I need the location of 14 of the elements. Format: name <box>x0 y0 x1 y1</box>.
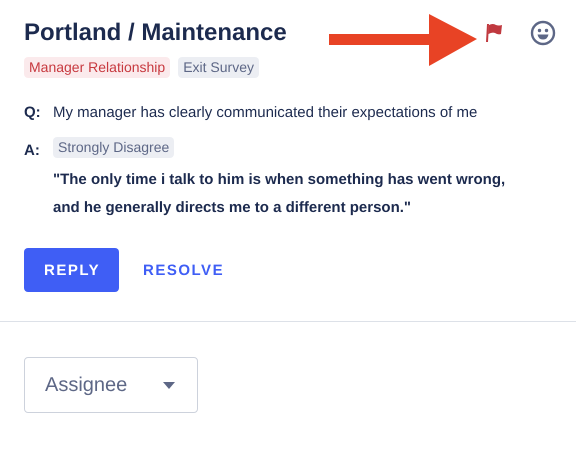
answer-comment: "The only time i talk to him is when something has went wrong, and he generally directs me to a different person." <box>53 170 506 218</box>
caret-icon <box>163 382 175 388</box>
smiley-icon[interactable] <box>530 20 556 46</box>
question-label: Q: <box>24 104 42 121</box>
assignee-dropdown[interactable]: Assignee <box>24 357 198 413</box>
answer-label: A: <box>24 141 41 161</box>
resolve-button[interactable]: RESOLVE <box>123 248 244 292</box>
reply-button[interactable]: REPLY <box>24 248 119 292</box>
tag: Manager Relationship <box>24 57 170 78</box>
arrow-icon <box>329 14 477 66</box>
rating-tag: Strongly Disagree <box>53 137 174 158</box>
card-title: Portland / Maintenance <box>24 19 287 47</box>
tag: Exit Survey <box>178 57 260 78</box>
question-text: My manager has clearly communicated their expectations of me <box>53 104 478 121</box>
